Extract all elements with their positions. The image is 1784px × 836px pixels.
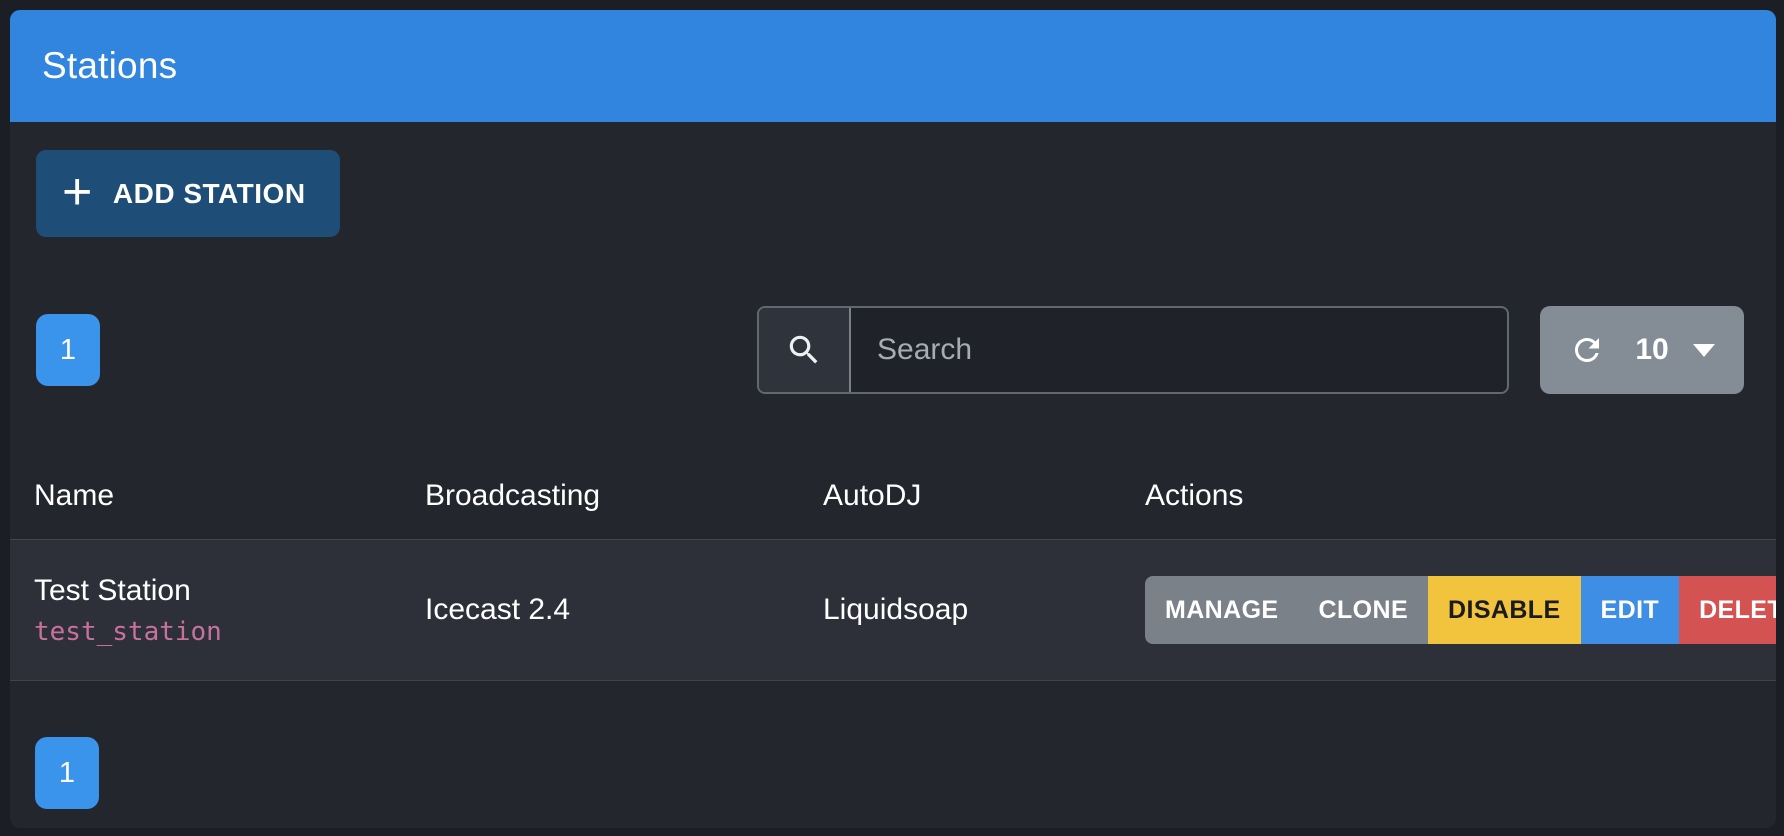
station-shortname: test_station bbox=[34, 617, 405, 647]
disable-button[interactable]: DISABLE bbox=[1428, 576, 1581, 644]
toolbar: 1 bbox=[36, 306, 1744, 394]
refresh-icon bbox=[1569, 332, 1605, 368]
search-input[interactable] bbox=[851, 308, 1507, 392]
delete-button[interactable]: DELETE bbox=[1679, 576, 1776, 644]
station-name-cell: Test Station test_station bbox=[34, 574, 425, 647]
table-footer: 1 bbox=[10, 681, 1776, 809]
add-station-label: ADD STATION bbox=[113, 178, 306, 210]
pagination-bottom-page-button[interactable]: 1 bbox=[35, 737, 99, 809]
station-actions-group: MANAGE CLONE DISABLE EDIT DELETE bbox=[1145, 576, 1776, 644]
search-icon-segment bbox=[759, 308, 851, 392]
pagination-top-page-button[interactable]: 1 bbox=[36, 314, 100, 386]
station-broadcasting: Icecast 2.4 bbox=[425, 593, 823, 627]
stations-card: Stations + ADD STATION 1 bbox=[10, 10, 1776, 828]
caret-down-icon bbox=[1693, 344, 1715, 357]
column-header-actions: Actions bbox=[1145, 479, 1776, 513]
stations-table: Name Broadcasting AutoDJ Actions Test St… bbox=[10, 452, 1776, 681]
column-header-broadcasting: Broadcasting bbox=[425, 479, 823, 513]
station-autodj: Liquidsoap bbox=[823, 593, 1145, 627]
per-page-dropdown[interactable]: 10 bbox=[1635, 333, 1714, 367]
add-station-button[interactable]: + ADD STATION bbox=[36, 150, 340, 237]
table-header-row: Name Broadcasting AutoDJ Actions bbox=[10, 452, 1776, 539]
manage-button[interactable]: MANAGE bbox=[1145, 576, 1299, 644]
station-name: Test Station bbox=[34, 574, 405, 608]
edit-button[interactable]: EDIT bbox=[1581, 576, 1680, 644]
search-box bbox=[757, 306, 1509, 394]
table-row: Test Station test_station Icecast 2.4 Li… bbox=[10, 539, 1776, 681]
card-body-top: + ADD STATION 1 bbox=[10, 122, 1776, 394]
column-header-name: Name bbox=[34, 479, 425, 513]
clone-button[interactable]: CLONE bbox=[1299, 576, 1429, 644]
per-page-control: 10 bbox=[1540, 306, 1744, 394]
search-icon bbox=[785, 331, 823, 369]
page-title: Stations bbox=[42, 45, 177, 87]
per-page-value: 10 bbox=[1635, 333, 1668, 367]
refresh-button[interactable] bbox=[1569, 332, 1605, 368]
column-header-autodj: AutoDJ bbox=[823, 479, 1145, 513]
card-header: Stations bbox=[10, 10, 1776, 122]
station-actions-cell: MANAGE CLONE DISABLE EDIT DELETE bbox=[1145, 576, 1776, 644]
